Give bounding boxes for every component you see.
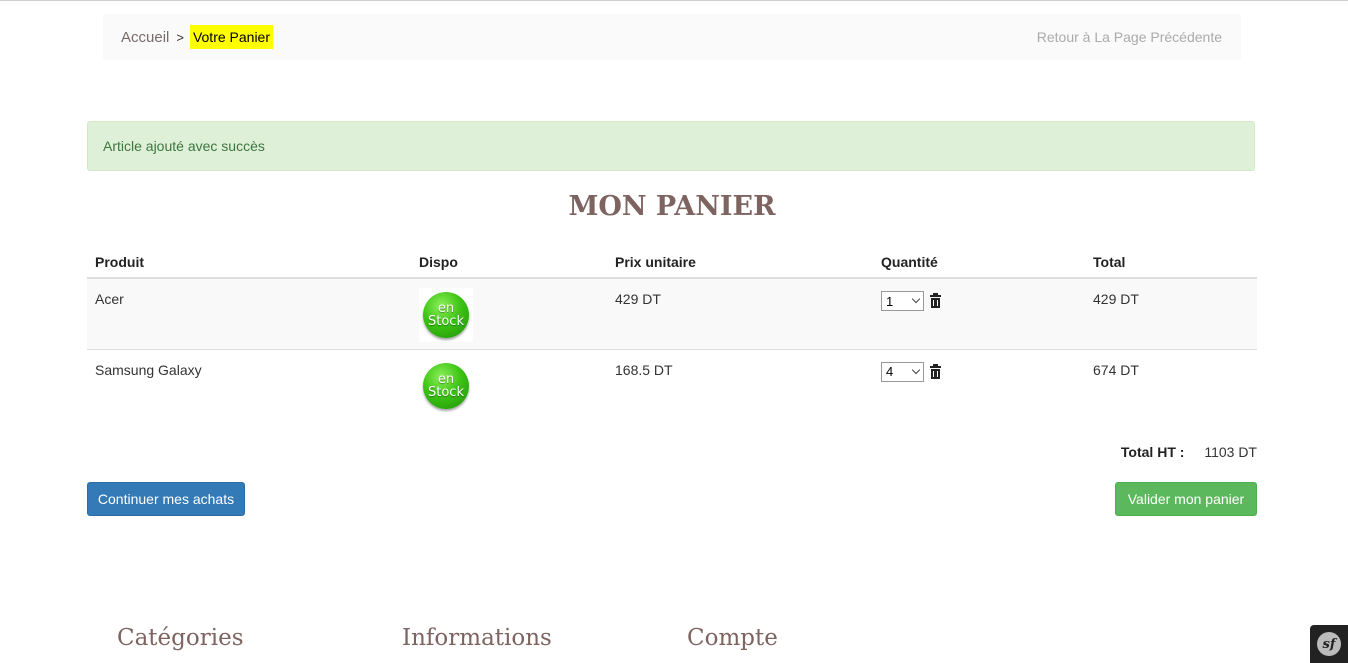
stock-text-line2: Stock <box>428 314 464 329</box>
total-label: Total HT : <box>1120 444 1185 460</box>
page-title: MON PANIER <box>568 191 776 222</box>
symfony-icon: sf <box>1317 632 1341 656</box>
quantity-select[interactable]: 4 <box>881 361 924 382</box>
breadcrumb-home-link[interactable]: Accueil <box>121 29 169 46</box>
quantity-value: 1 <box>886 293 894 309</box>
footer-heading-compte: Compte <box>687 625 778 651</box>
dispo-cell: en Stock <box>411 278 607 350</box>
chevron-down-icon <box>911 365 921 374</box>
cart-page: Accueil > Votre Panier Retour à La Page … <box>0 0 1348 663</box>
stock-text-line2: Stock <box>428 384 464 400</box>
in-stock-icon: en Stock <box>423 292 469 338</box>
line-total: 674 DT <box>1093 361 1139 378</box>
header-dispo: Dispo <box>411 247 607 279</box>
trash-icon[interactable] <box>930 293 941 308</box>
success-alert: Article ajouté avec succès <box>87 121 1255 171</box>
breadcrumb-current: Votre Panier <box>189 25 274 49</box>
footer-heading-categories: Catégories <box>117 625 244 651</box>
line-total: 429 DT <box>1085 278 1257 350</box>
chevron-down-icon <box>911 294 921 304</box>
header-prix: Prix unitaire <box>607 247 873 279</box>
unit-price: 429 DT <box>607 278 873 350</box>
table-row: Acer en Stock 429 DT 1 429 DT <box>87 278 1257 350</box>
unit-price: 168.5 DT <box>615 361 673 378</box>
quantity-cell: 1 <box>873 278 1085 350</box>
product-name: Samsung Galaxy <box>95 361 202 378</box>
trash-icon[interactable] <box>930 363 941 379</box>
header-quantite: Quantité <box>873 247 1085 279</box>
in-stock-badge: en Stock <box>419 358 473 413</box>
total-value: 1103 DT <box>1204 444 1257 460</box>
product-name: Acer <box>87 278 411 350</box>
breadcrumb: Accueil > Votre Panier Retour à La Page … <box>103 14 1241 60</box>
header-produit: Produit <box>87 247 411 279</box>
alert-message: Article ajouté avec succès <box>103 138 265 154</box>
stock-text-line1: en <box>437 371 455 387</box>
cart-total: Total HT : 1103 DT <box>1121 444 1257 460</box>
header-total: Total <box>1085 247 1257 279</box>
in-stock-badge: en Stock <box>419 288 473 342</box>
back-link[interactable]: Retour à La Page Précédente <box>1037 29 1222 45</box>
continue-shopping-button[interactable]: Continuer mes achats <box>87 482 245 516</box>
validate-cart-button[interactable]: Valider mon panier <box>1115 482 1257 516</box>
debug-toolbar-toggle[interactable]: sf <box>1310 625 1348 663</box>
breadcrumb-separator: > <box>176 29 184 45</box>
table-row: Samsung Galaxy en Stock 168.5 DT 4 674 D… <box>87 349 1257 420</box>
cart-table: Produit Dispo Prix unitaire Quantité Tot… <box>87 247 1257 420</box>
quantity-cell: 4 <box>873 349 1085 420</box>
quantity-value: 4 <box>886 364 894 379</box>
table-header-row: Produit Dispo Prix unitaire Quantité Tot… <box>87 247 1257 279</box>
dispo-cell: en Stock <box>411 349 607 420</box>
footer-heading-informations: Informations <box>402 625 552 651</box>
quantity-select[interactable]: 1 <box>881 291 924 311</box>
in-stock-icon: en Stock <box>423 362 469 409</box>
